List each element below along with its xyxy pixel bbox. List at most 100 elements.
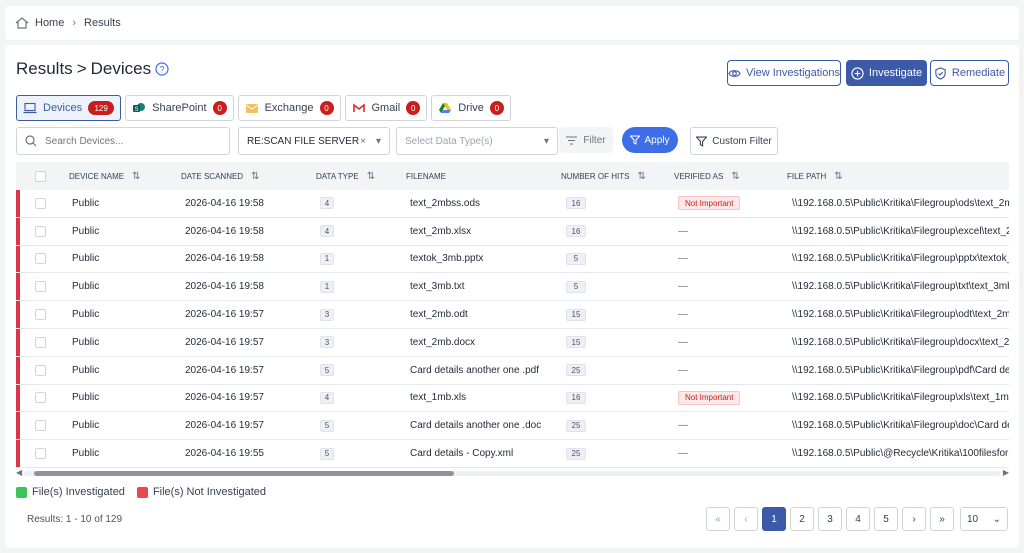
tab-drive-label: Drive — [458, 102, 484, 114]
column-verified-as[interactable]: VERIFIED AS ⇅ — [674, 162, 740, 190]
device-text: Public — [72, 309, 100, 321]
scroll-right-icon[interactable]: ▶ — [1003, 468, 1009, 477]
scroll-left-icon[interactable]: ◀ — [16, 468, 22, 477]
table-row[interactable]: Public 2026-04-16 19:58 4 text_2mbss.ods 16 N… — [16, 190, 1009, 218]
scroll-thumb[interactable] — [34, 471, 454, 476]
filename-text: Card details another one .doc — [410, 420, 542, 432]
sort-icon[interactable]: ⇅ — [251, 171, 259, 182]
sort-icon[interactable]: ⇅ — [731, 171, 739, 182]
tab-devices[interactable]: Devices 129 — [16, 95, 122, 121]
tab-exchange-count: 0 — [319, 101, 334, 115]
shield-check-icon — [935, 66, 946, 80]
table-row[interactable]: Public 2026-04-16 19:57 4 text_1mb.xls 16 Not… — [16, 384, 1009, 413]
last-page-button[interactable]: » — [930, 507, 954, 531]
cell-filename: text_2mb.xlsx — [410, 218, 471, 245]
select-all-checkbox[interactable] — [35, 170, 46, 182]
column-date-scanned[interactable]: DATE SCANNED ⇅ — [181, 162, 259, 190]
cell-path: \\192.168.0.5\Public\Kritika\Filegroup\d… — [792, 412, 1009, 439]
column-device-name[interactable]: DEVICE NAME ⇅ — [69, 162, 141, 190]
filter-lines-icon — [566, 135, 578, 145]
table-row[interactable]: Public 2026-04-16 19:55 5 Card details - Co… — [16, 440, 1009, 468]
hits-chip: 5 — [566, 252, 586, 265]
horizontal-scrollbar[interactable]: ◀ ▶ — [16, 468, 1009, 478]
per-page-select[interactable]: 10 ⌄ — [960, 507, 1008, 531]
row-checkbox[interactable] — [35, 420, 46, 432]
cell-filename: text_3mb.txt — [410, 273, 464, 300]
tab-devices-label: Devices — [43, 102, 83, 114]
page-button[interactable]: 3 — [818, 507, 842, 531]
row-checkbox[interactable] — [35, 336, 46, 348]
page-button[interactable]: 2 — [790, 507, 814, 531]
breadcrumb-home[interactable]: Home — [35, 17, 64, 29]
cell-filename: text_2mbss.ods — [410, 190, 480, 217]
filter-bar: RE:SCAN FILE SERVER × ▾ Select Data Type… — [16, 127, 1011, 155]
search-box[interactable] — [16, 127, 230, 155]
row-checkbox[interactable] — [35, 364, 46, 376]
column-label: DEVICE NAME — [69, 171, 125, 181]
cell-hits: 15 — [566, 329, 586, 356]
home-icon[interactable] — [15, 17, 29, 29]
table-row[interactable]: Public 2026-04-16 19:57 3 text_2mb.docx 15 — \… — [16, 328, 1009, 357]
next-page-button[interactable]: › — [902, 507, 926, 531]
remediate-button[interactable]: Remediate — [930, 60, 1009, 86]
clear-icon[interactable]: × — [360, 136, 366, 147]
table-row[interactable]: Public 2026-04-16 19:58 4 text_2mb.xlsx 16 — \… — [16, 217, 1009, 246]
date-text: 2026-04-16 19:57 — [185, 364, 264, 376]
row-checkbox[interactable] — [35, 225, 46, 237]
path-text: \\192.168.0.5\Public\Kritika\Filegroup\p… — [792, 364, 1009, 376]
investigate-button[interactable]: Investigate — [846, 60, 927, 86]
row-checkbox[interactable] — [35, 197, 46, 209]
page-button[interactable]: 1 — [762, 507, 786, 531]
legend-label: File(s) Investigated — [32, 486, 125, 498]
date-text: 2026-04-16 19:57 — [185, 336, 264, 348]
filter-button[interactable]: Filter — [559, 127, 613, 153]
not-investigated-marker — [16, 190, 20, 217]
tab-gmail[interactable]: Gmail 0 — [344, 95, 428, 121]
chevron-down-icon[interactable]: ▾ — [544, 136, 549, 147]
custom-filter-button[interactable]: Custom Filter — [690, 127, 778, 155]
page-button[interactable]: 5 — [874, 507, 898, 531]
sort-icon[interactable]: ⇅ — [834, 171, 842, 182]
chevron-down-icon[interactable]: ▾ — [376, 136, 381, 147]
tab-sharepoint[interactable]: S SharePoint 0 — [125, 95, 234, 121]
data-type-chip: 4 — [320, 225, 334, 238]
row-checkbox[interactable] — [35, 281, 46, 293]
sort-icon[interactable]: ⇅ — [132, 171, 140, 182]
cell-hits: 16 — [566, 218, 586, 245]
path-text: \\192.168.0.5\Public\Kritika\Filegroup\o… — [792, 309, 1009, 321]
table-row[interactable]: Public 2026-04-16 19:57 3 text_2mb.odt 15 — \\… — [16, 301, 1009, 329]
sort-icon[interactable]: ⇅ — [367, 171, 375, 182]
row-checkbox[interactable] — [35, 392, 46, 404]
table-row[interactable]: Public 2026-04-16 19:57 5 Card details anot… — [16, 356, 1009, 385]
tab-drive[interactable]: Drive 0 — [431, 95, 511, 121]
cell-verified: — — [678, 357, 688, 384]
apply-button[interactable]: Apply — [622, 127, 678, 153]
view-investigations-button[interactable]: View Investigations — [727, 60, 841, 86]
first-page-button[interactable]: « — [706, 507, 730, 531]
legend-swatch-red — [136, 486, 148, 498]
sort-icon[interactable]: ⇅ — [637, 171, 645, 182]
column-label: FILENAME — [406, 171, 447, 181]
search-input[interactable] — [45, 135, 205, 147]
not-investigated-marker — [16, 217, 20, 245]
row-checkbox[interactable] — [35, 448, 46, 460]
data-type-select[interactable]: Select Data Type(s) ▾ — [396, 127, 558, 155]
row-checkbox[interactable] — [35, 309, 46, 321]
page-button[interactable]: 4 — [846, 507, 870, 531]
help-icon[interactable]: ? — [155, 62, 169, 76]
cell-path: \\192.168.0.5\Public\@Recycle\Kritika\10… — [792, 440, 1008, 467]
search-icon — [25, 135, 37, 147]
scan-select[interactable]: RE:SCAN FILE SERVER × ▾ — [238, 127, 390, 155]
column-data-type[interactable]: DATA TYPE ⇅ — [316, 162, 375, 190]
tab-exchange[interactable]: Exchange 0 — [237, 95, 341, 121]
chevron-down-icon: ⌄ — [992, 513, 1001, 525]
row-checkbox[interactable] — [35, 253, 46, 265]
column-number-of-hits[interactable]: NUMBER OF HITS ⇅ — [561, 162, 646, 190]
table-row[interactable]: Public 2026-04-16 19:57 5 Card details anot… — [16, 412, 1009, 441]
not-investigated-marker — [16, 245, 20, 273]
prev-page-button[interactable]: ‹ — [734, 507, 758, 531]
table-row[interactable]: Public 2026-04-16 19:58 1 textok_3mb.pptx 5 —… — [16, 245, 1009, 274]
table-row[interactable]: Public 2026-04-16 19:58 1 text_3mb.txt 5 — \\1… — [16, 273, 1009, 302]
column-file-path[interactable]: FILE PATH ⇅ — [787, 162, 843, 190]
cell-date: 2026-04-16 19:57 — [185, 301, 264, 328]
